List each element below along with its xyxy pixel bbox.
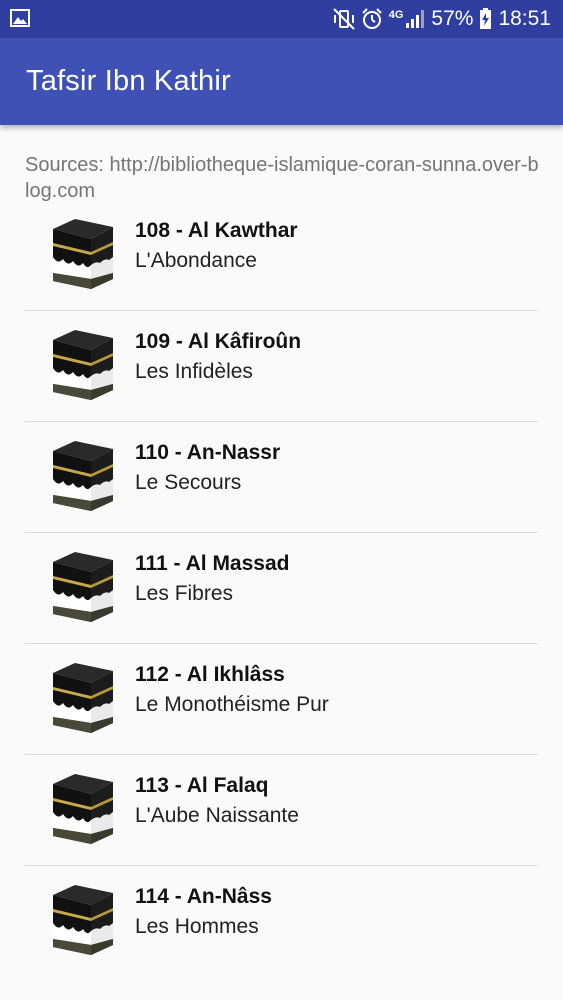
status-icons: 4G 57% 18:51 (333, 0, 551, 38)
surah-translation: L'Abondance (135, 249, 257, 272)
vibrate-mute-icon (333, 8, 355, 30)
surah-name: 113 - Al Falaq (135, 774, 269, 797)
image-notification-icon (10, 9, 30, 27)
list-item[interactable]: 109 - Al Kâfiroûn Les Infidèles (25, 311, 538, 422)
kaaba-icon (53, 774, 113, 844)
surah-list: 108 - Al Kawthar L'Abondance 109 - Al Kâ… (25, 200, 538, 977)
surah-translation: L'Aube Naissante (135, 804, 299, 827)
sources-text: Sources: http://bibliotheque-islamique-c… (25, 154, 539, 202)
list-item[interactable]: 108 - Al Kawthar L'Abondance (25, 200, 538, 311)
status-bar: 4G 57% 18:51 (0, 0, 563, 38)
surah-translation: Le Monothéisme Pur (135, 693, 329, 716)
battery-percent: 57% (431, 7, 474, 30)
app-bar: Tafsir Ibn Kathir (0, 38, 563, 125)
alarm-icon (362, 8, 382, 29)
battery-charging-icon (480, 8, 492, 29)
surah-translation: Le Secours (135, 471, 242, 494)
list-item[interactable]: 114 - An-Nâss Les Hommes (25, 866, 538, 977)
surah-name: 110 - An-Nassr (135, 441, 281, 464)
kaaba-icon (53, 663, 113, 733)
surah-translation: Les Hommes (135, 915, 259, 938)
network-type: 4G (388, 9, 404, 21)
surah-translation: Les Infidèles (135, 360, 253, 383)
list-item[interactable]: 111 - Al Massad Les Fibres (25, 533, 538, 644)
surah-name: 109 - Al Kâfiroûn (135, 330, 302, 353)
surah-translation: Les Fibres (135, 582, 234, 605)
surah-name: 112 - Al Ikhlâss (135, 663, 285, 686)
surah-name: 114 - An-Nâss (135, 885, 272, 908)
signal-icon (406, 10, 425, 28)
kaaba-icon (53, 441, 113, 511)
kaaba-icon (53, 885, 113, 955)
list-item[interactable]: 113 - Al Falaq L'Aube Naissante (25, 755, 538, 866)
clock-time: 18:51 (498, 7, 551, 30)
app-title: Tafsir Ibn Kathir (26, 65, 231, 97)
kaaba-icon (53, 330, 113, 400)
list-item[interactable]: 110 - An-Nassr Le Secours (25, 422, 538, 533)
kaaba-icon (53, 552, 113, 622)
surah-name: 108 - Al Kawthar (135, 219, 298, 242)
kaaba-icon (53, 219, 113, 289)
list-item[interactable]: 112 - Al Ikhlâss Le Monothéisme Pur (25, 644, 538, 755)
surah-name: 111 - Al Massad (135, 552, 290, 575)
